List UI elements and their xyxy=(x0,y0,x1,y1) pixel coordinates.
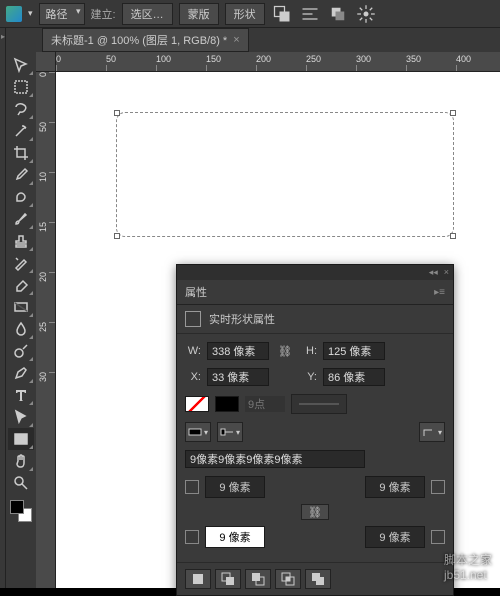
corner-tl-icon[interactable] xyxy=(185,480,199,494)
properties-panel: ◂◂ × 属性 ▸≡ 实时形状属性 W: ⛓ H: X: Y: xyxy=(176,264,454,596)
panel-title: 属性 xyxy=(185,284,207,300)
handle-bl[interactable] xyxy=(114,233,120,239)
expand-icon: ▸ xyxy=(1,32,5,41)
height-label: H: xyxy=(301,345,317,357)
brush-tool[interactable] xyxy=(8,208,34,230)
pathop-1[interactable] xyxy=(185,569,211,589)
y-label: Y: xyxy=(301,371,317,383)
make-label: 建立: xyxy=(91,6,116,22)
marquee-tool[interactable] xyxy=(8,76,34,98)
rounded-rect-shape[interactable] xyxy=(116,112,454,237)
close-icon[interactable]: × xyxy=(444,267,449,278)
blur-tool[interactable] xyxy=(8,318,34,340)
document-title: 未标题-1 @ 100% (图层 1, RGB/8) * xyxy=(51,32,227,48)
panel-subtitle: 实时形状属性 xyxy=(209,311,275,327)
app-logo-icon xyxy=(6,6,22,22)
corner-br-input[interactable]: 9 像素 xyxy=(365,526,425,548)
lasso-tool[interactable] xyxy=(8,98,34,120)
y-input[interactable] xyxy=(323,368,385,386)
corner-tr-icon[interactable] xyxy=(431,480,445,494)
ruler-origin[interactable] xyxy=(36,52,56,72)
pathop-3[interactable] xyxy=(245,569,271,589)
type-tool[interactable] xyxy=(8,384,34,406)
width-label: W: xyxy=(185,345,201,357)
path-combine-icon[interactable] xyxy=(271,4,293,24)
history-brush-tool[interactable] xyxy=(8,252,34,274)
handle-tr[interactable] xyxy=(450,110,456,116)
corner-tl-input[interactable]: 9 像素 xyxy=(205,476,265,498)
corner-br-icon[interactable] xyxy=(431,530,445,544)
selection-button[interactable]: 选区… xyxy=(122,3,173,25)
watermark: 脚本之家 jb51.net xyxy=(444,551,492,582)
panel-footer xyxy=(177,562,453,595)
x-input[interactable] xyxy=(207,368,269,386)
stroke-swatch[interactable] xyxy=(215,396,239,412)
fill-swatch[interactable] xyxy=(185,396,209,412)
collapse-icon[interactable]: ◂◂ xyxy=(429,267,438,278)
corners-summary-input[interactable] xyxy=(185,450,365,468)
panel-body: W: ⛓ H: X: Y: 9点 ▾ ▾ xyxy=(177,334,453,562)
handle-br[interactable] xyxy=(450,233,456,239)
arrange-icon[interactable] xyxy=(327,4,349,24)
panel-subtitle-row: 实时形状属性 xyxy=(177,305,453,334)
handle-tl[interactable] xyxy=(114,110,120,116)
pen-tool[interactable] xyxy=(8,362,34,384)
document-tab-bar: 未标题-1 @ 100% (图层 1, RGB/8) * × xyxy=(36,28,249,52)
join-dropdown[interactable]: ▾ xyxy=(419,422,445,442)
options-bar: ▾ 路径 建立: 选区… 蒙版 形状 xyxy=(0,0,500,28)
mask-button[interactable]: 蒙版 xyxy=(179,3,219,25)
ruler-horizontal[interactable]: 050100150200250300350400 xyxy=(56,52,500,72)
shape-button[interactable]: 形状 xyxy=(225,3,265,25)
gradient-tool[interactable] xyxy=(8,296,34,318)
crop-tool[interactable] xyxy=(8,142,34,164)
cap-dropdown[interactable]: ▾ xyxy=(217,422,243,442)
panel-tab-bar: 属性 ▸≡ xyxy=(177,280,453,305)
eyedropper-tool[interactable] xyxy=(8,164,34,186)
document-tab[interactable]: 未标题-1 @ 100% (图层 1, RGB/8) * × xyxy=(42,28,249,52)
app-window: ▾ 路径 建立: 选区… 蒙版 形状 ▸ 未标题-1 @ 100% (图层 1,… xyxy=(0,0,500,588)
close-icon[interactable]: × xyxy=(233,34,239,46)
pathop-2[interactable] xyxy=(215,569,241,589)
path-select-tool[interactable] xyxy=(8,406,34,428)
wand-tool[interactable] xyxy=(8,120,34,142)
ruler-vertical[interactable]: 0501015202530 xyxy=(36,72,56,588)
stroke-width-disabled: 9点 xyxy=(245,396,285,412)
corner-bl-input[interactable]: 9 像素 xyxy=(205,526,265,548)
heal-tool[interactable] xyxy=(8,186,34,208)
x-label: X: xyxy=(185,371,201,383)
width-input[interactable] xyxy=(207,342,269,360)
corner-tr-input[interactable]: 9 像素 xyxy=(365,476,425,498)
zoom-tool[interactable] xyxy=(8,472,34,494)
panel-header: ◂◂ × xyxy=(177,265,453,280)
pathop-5[interactable] xyxy=(305,569,331,589)
move-tool[interactable] xyxy=(8,54,34,76)
gear-icon[interactable] xyxy=(355,4,377,24)
corner-bl-icon[interactable] xyxy=(185,530,199,544)
tool-palette xyxy=(6,52,36,522)
height-input[interactable] xyxy=(323,342,385,360)
mode-dropdown[interactable]: 路径 xyxy=(39,3,85,25)
panel-menu-icon[interactable]: ▸≡ xyxy=(434,287,445,298)
dodge-tool[interactable] xyxy=(8,340,34,362)
color-swatch[interactable] xyxy=(10,500,32,522)
pathop-4[interactable] xyxy=(275,569,301,589)
align-stroke-dropdown[interactable]: ▾ xyxy=(185,422,211,442)
link-wh-icon[interactable]: ⛓ xyxy=(275,343,295,359)
rectangle-tool[interactable] xyxy=(8,428,34,450)
arrow-down-icon[interactable]: ▾ xyxy=(28,8,33,19)
stamp-tool[interactable] xyxy=(8,230,34,252)
shape-type-icon xyxy=(185,311,201,327)
hand-tool[interactable] xyxy=(8,450,34,472)
stroke-style-dropdown[interactable] xyxy=(291,394,347,414)
link-corners-icon[interactable]: ⛓ xyxy=(301,504,329,520)
eraser-tool[interactable] xyxy=(8,274,34,296)
align-icon[interactable] xyxy=(299,4,321,24)
